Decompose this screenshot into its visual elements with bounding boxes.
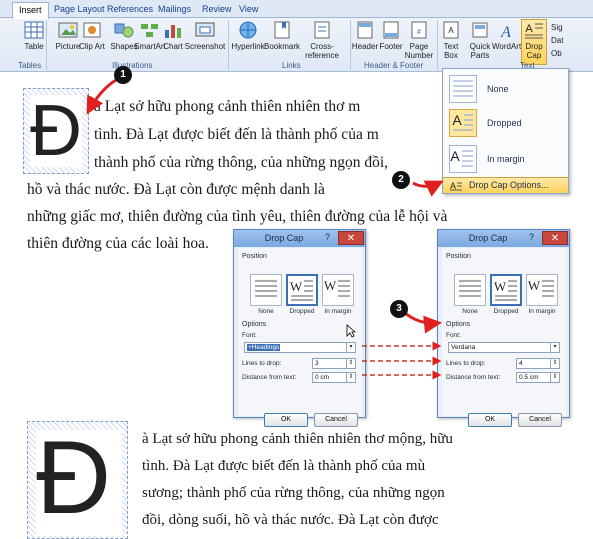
arrow-2	[412, 180, 444, 197]
annotation-overlay	[86, 78, 444, 380]
callout-badge-3: 3	[390, 300, 408, 318]
callout-badge-1: 1	[114, 66, 132, 84]
callout-badge-2: 2	[392, 171, 410, 189]
arrow-3	[404, 311, 442, 334]
arrow-1	[86, 78, 117, 115]
